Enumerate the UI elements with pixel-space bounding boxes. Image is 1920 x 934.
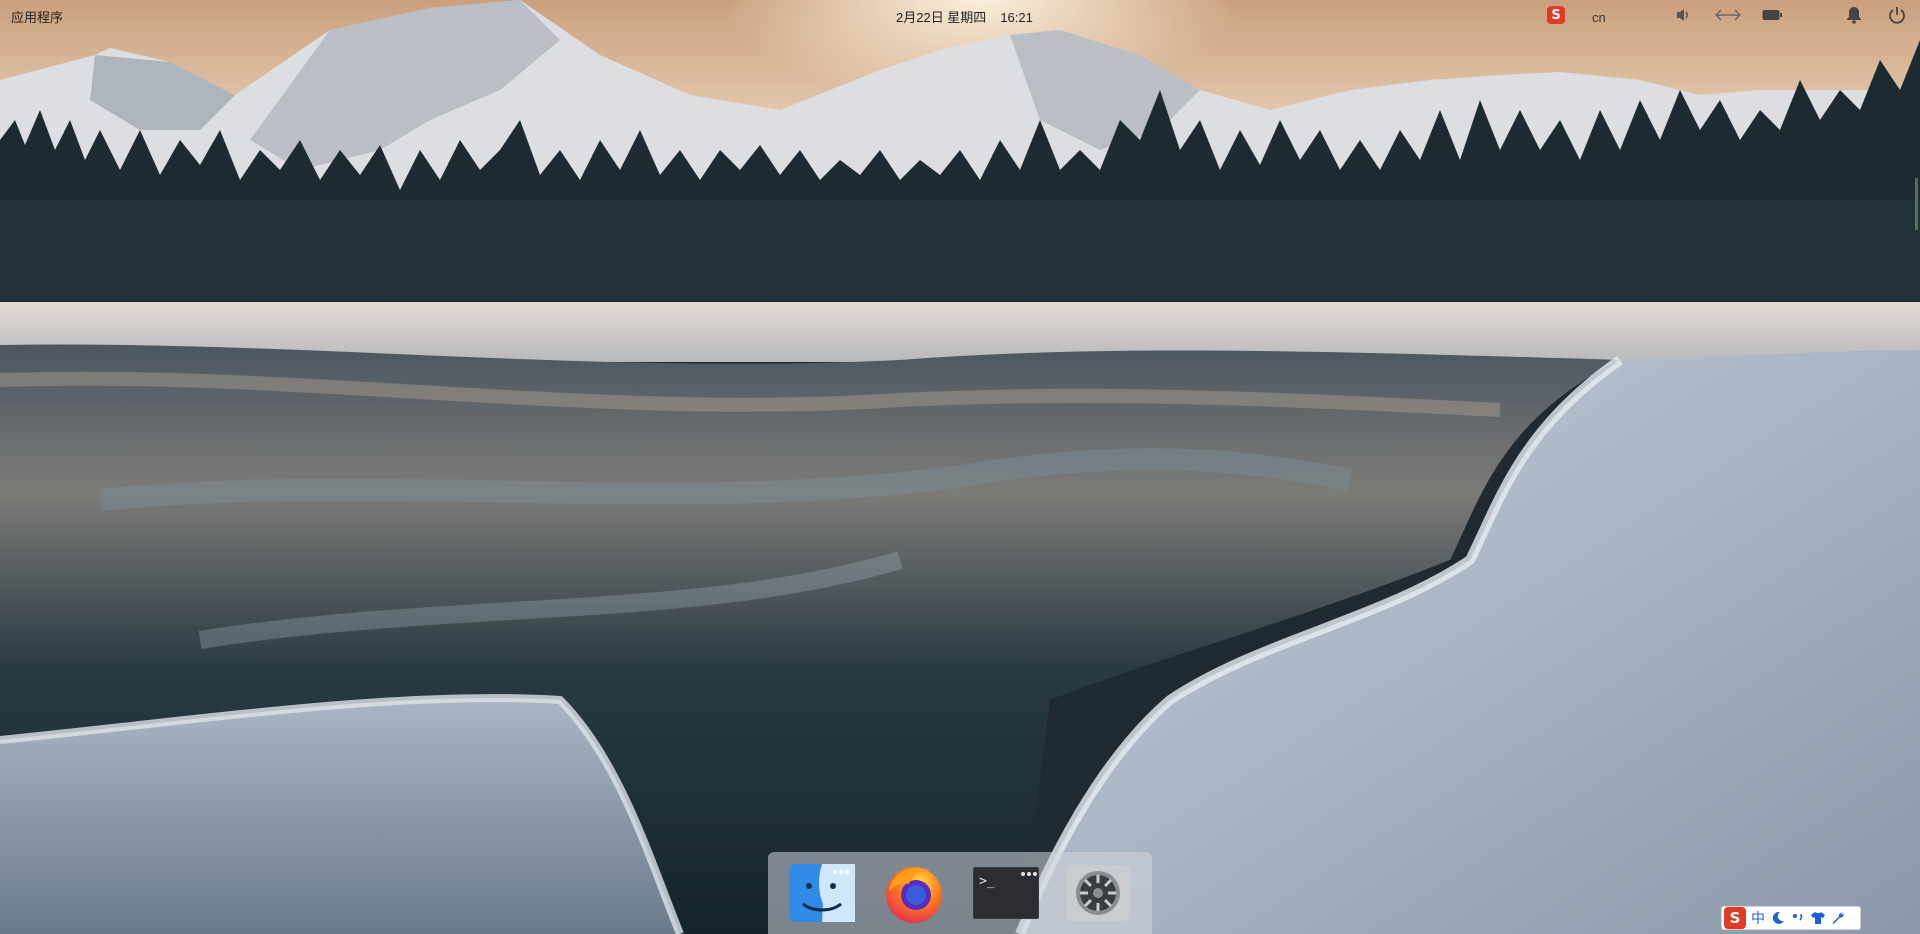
sogou-input-icon[interactable]: S [1545, 5, 1567, 25]
gear-icon [1066, 865, 1130, 921]
volume-icon[interactable] [1673, 5, 1695, 25]
terminal-icon: >_ [973, 867, 1039, 919]
sogou-logo-icon[interactable]: S [1724, 907, 1746, 929]
notification-bell-icon[interactable] [1843, 5, 1865, 25]
edge-indicator [1915, 178, 1918, 230]
dock-item-terminal[interactable]: >_ [971, 858, 1041, 928]
ime-status-bar: S 中 [1721, 906, 1861, 930]
wrench-icon[interactable] [1828, 908, 1848, 928]
dock: >_ [768, 852, 1152, 934]
sogou-logo-icon: S [1547, 6, 1565, 24]
network-icon[interactable] [1713, 5, 1743, 25]
keyboard-layout-indicator[interactable]: cn [1592, 7, 1606, 27]
clock[interactable]: 2月22日 星期四 16:21 [896, 7, 1047, 26]
ime-mode-toggle[interactable]: 中 [1748, 908, 1768, 928]
desktop-wallpaper [0, 0, 1920, 934]
clock-time: 16:21 [1000, 10, 1033, 25]
firefox-icon [886, 867, 942, 923]
top-panel: 应用程序 2月22日 星期四 16:21 S cn [0, 0, 1920, 30]
moon-icon[interactable] [1768, 908, 1788, 928]
skin-shirt-icon[interactable] [1808, 908, 1828, 928]
finder-icon [789, 864, 855, 922]
dock-item-firefox[interactable] [879, 858, 949, 928]
applications-menu[interactable]: 应用程序 [11, 7, 63, 26]
dock-item-system-settings[interactable] [1063, 858, 1133, 928]
battery-icon[interactable] [1761, 5, 1783, 25]
power-icon[interactable] [1886, 5, 1908, 25]
dock-item-finder[interactable] [787, 858, 857, 928]
punctuation-icon[interactable] [1788, 908, 1808, 928]
clock-date: 2月22日 星期四 [896, 10, 987, 25]
terminal-prompt: >_ [979, 874, 995, 889]
